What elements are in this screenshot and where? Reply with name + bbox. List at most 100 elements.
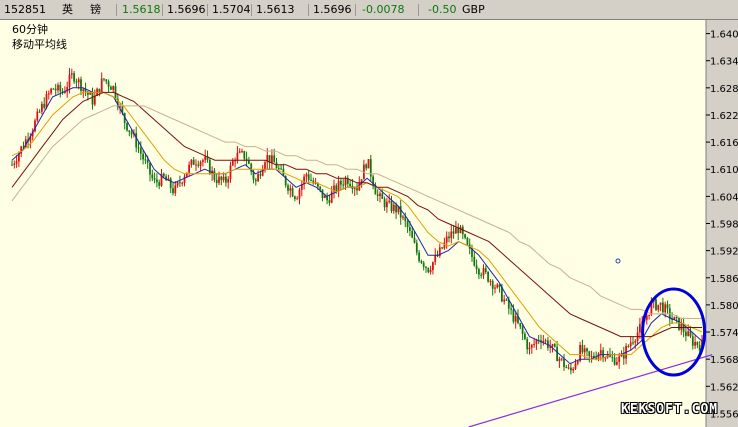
candle-up <box>634 340 637 343</box>
candle-up <box>618 356 621 363</box>
candle-down <box>399 206 402 218</box>
candle-up <box>450 231 453 239</box>
candle-up <box>558 358 561 362</box>
quote-2: 1.5696 <box>167 3 206 16</box>
candle-up <box>664 304 667 313</box>
candle-down <box>307 174 310 180</box>
candle-up <box>15 161 18 164</box>
change-percent: -0.50 <box>428 3 457 16</box>
separator <box>162 4 163 16</box>
candle-down <box>158 182 161 186</box>
candle-up <box>639 324 641 333</box>
candle-down <box>130 131 133 135</box>
candle-up <box>530 344 533 348</box>
candle-down <box>310 179 312 181</box>
candle-down <box>505 299 508 301</box>
candle-up <box>227 178 230 183</box>
candle-up <box>100 78 103 93</box>
candle-down <box>524 333 526 340</box>
candle-down <box>220 176 223 181</box>
candle-down <box>666 304 669 309</box>
candle-down <box>126 123 128 131</box>
candle-down <box>487 271 489 282</box>
candle-down <box>128 130 131 132</box>
candle-up <box>528 347 531 350</box>
candle-down <box>448 236 450 239</box>
candle-down <box>215 179 218 184</box>
candle-up <box>271 155 273 164</box>
candle-down <box>319 186 322 190</box>
candle-down <box>526 339 529 350</box>
candle-down <box>144 159 147 161</box>
candle-down <box>376 194 379 196</box>
candle-down <box>484 268 487 272</box>
instrument-name-part-2: 镑 <box>90 3 101 16</box>
y-tick-label: 1.616 <box>710 138 738 149</box>
candle-up <box>503 299 506 302</box>
separator <box>116 4 117 16</box>
candle-down <box>685 331 687 336</box>
candle-up <box>567 367 570 369</box>
candle-down <box>553 344 556 347</box>
candle-down <box>611 356 614 358</box>
separator <box>251 4 252 16</box>
candle-down <box>38 111 41 113</box>
candle-up <box>264 162 266 170</box>
candle-up <box>57 84 59 91</box>
candle-up <box>432 262 434 271</box>
candle-down <box>91 92 94 105</box>
candle-down <box>80 79 82 91</box>
candle-down <box>277 168 280 170</box>
candle-down <box>114 86 117 99</box>
candle-up <box>648 314 650 316</box>
candle-down <box>349 183 351 186</box>
candle-down <box>243 151 246 159</box>
candle-down <box>662 302 664 313</box>
candle-down <box>627 345 630 347</box>
candle-down <box>409 227 411 231</box>
y-tick-label: 1.592 <box>710 247 738 258</box>
candle-up <box>489 280 492 282</box>
candle-up <box>344 178 347 186</box>
watermark: KEKSOFT.COM <box>621 402 719 417</box>
candle-down <box>512 309 515 322</box>
candle-down <box>287 185 289 191</box>
y-tick-label: 1.568 <box>710 355 738 366</box>
candle-up <box>494 287 496 289</box>
candle-down <box>452 231 455 234</box>
candle-up <box>574 363 577 369</box>
y-tick-label: 1.562 <box>710 382 738 393</box>
candle-down <box>691 336 694 346</box>
quote-4: 1.5613 <box>256 3 295 16</box>
candle-up <box>576 361 579 364</box>
price-chart: 1.640 1.634 1.628 1.622 1.616 1.610 1.604 1.598… <box>0 20 738 427</box>
quote-5: 1.5696 <box>313 3 352 16</box>
candle-down <box>411 230 414 238</box>
candle-up <box>36 111 39 121</box>
candle-down <box>335 185 338 192</box>
candle-down <box>169 178 172 189</box>
candle-down <box>75 81 78 83</box>
candle-up <box>185 172 188 177</box>
candle-down <box>254 179 257 182</box>
candle-down <box>464 234 466 238</box>
candle-down <box>581 345 584 353</box>
quote-1: 1.5618 <box>122 3 161 16</box>
candle-down <box>172 188 174 194</box>
candle-up <box>599 350 602 354</box>
candle-up <box>583 348 586 353</box>
candle-up <box>50 88 52 94</box>
candle-down <box>406 221 409 228</box>
candle-down <box>632 342 634 344</box>
candle-up <box>241 151 243 153</box>
candle-down <box>142 153 144 160</box>
candle-down <box>294 196 296 199</box>
candle-up <box>82 88 85 91</box>
candle-up <box>195 164 197 166</box>
candle-down <box>107 81 110 87</box>
candle-down <box>521 326 524 334</box>
candle-down <box>689 331 692 337</box>
candle-down <box>519 323 522 327</box>
candle-down <box>259 174 262 176</box>
candle-down <box>427 267 430 273</box>
